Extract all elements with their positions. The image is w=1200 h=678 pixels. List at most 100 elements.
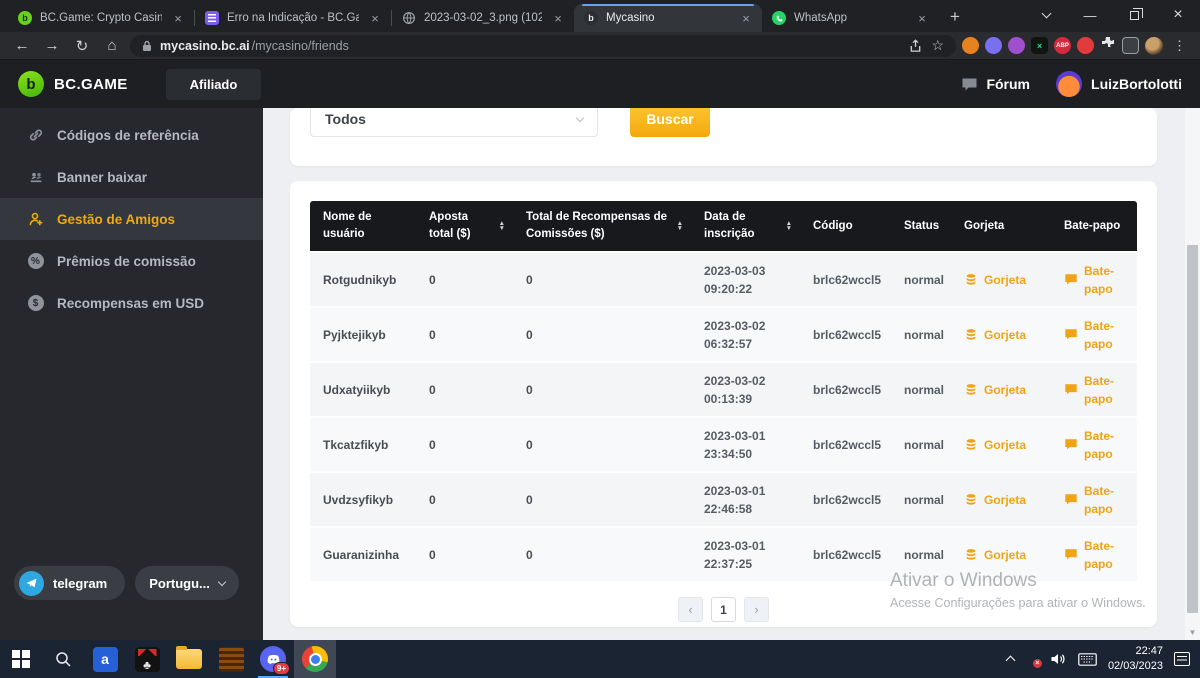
- col-header-commission-total[interactable]: Total de Recompensas de Comissões ($) ▲▼: [513, 209, 691, 242]
- home-icon[interactable]: ⌂: [100, 34, 124, 58]
- col-header-bet-total[interactable]: Aposta total ($) ▲▼: [416, 209, 513, 242]
- tab-whatsapp[interactable]: WhatsApp ×: [762, 4, 938, 32]
- telegram-button[interactable]: telegram: [14, 566, 125, 600]
- dollar-icon: $: [27, 295, 44, 312]
- sidebar-item-codigos-de-referencia[interactable]: Códigos de referência: [0, 114, 263, 156]
- sidebar-item-label: Recompensas em USD: [57, 296, 204, 311]
- chat-link[interactable]: Bate-papo: [1051, 427, 1137, 463]
- brand-name: BC.GAME: [54, 76, 128, 93]
- user-menu[interactable]: LuizBortolotti: [1056, 71, 1182, 97]
- phantom-extension-icon[interactable]: [985, 37, 1002, 54]
- sort-icon[interactable]: ▲▼: [786, 221, 792, 231]
- sidebar-item-banner-baixar[interactable]: Banner baixar: [0, 156, 263, 198]
- tray-chevron-up-icon[interactable]: [1005, 656, 1015, 666]
- tab-search-chevron-icon[interactable]: [1024, 0, 1068, 30]
- cell-username: Pyjktejikyb: [310, 326, 416, 344]
- chat-link[interactable]: Bate-papo: [1051, 262, 1137, 298]
- tab-png-image[interactable]: 2023-03-02_3.png (1024×76 ×: [392, 4, 574, 32]
- buscar-button[interactable]: Buscar: [630, 108, 710, 137]
- close-window-button[interactable]: ×: [1156, 0, 1200, 30]
- tip-link[interactable]: Gorjeta: [951, 546, 1051, 564]
- taskbar-clock[interactable]: 22:47 02/03/2023: [1108, 644, 1163, 674]
- metamask-extension-icon[interactable]: [962, 37, 979, 54]
- tab-bcgame-crypto-casino[interactable]: b BC.Game: Crypto Casino Gam ×: [8, 4, 194, 32]
- red-hand-extension-icon[interactable]: [1077, 37, 1094, 54]
- back-icon[interactable]: ←: [10, 34, 34, 58]
- sidebar-item-label: Prêmios de comissão: [57, 254, 196, 269]
- prev-page-button[interactable]: ‹: [678, 597, 703, 622]
- share-icon[interactable]: [908, 39, 923, 53]
- tip-link[interactable]: Gorjeta: [951, 491, 1051, 509]
- tip-link[interactable]: Gorjeta: [951, 326, 1051, 344]
- nav-afiliado[interactable]: Afiliado: [166, 69, 262, 100]
- extensions-puzzle-icon[interactable]: [1100, 35, 1116, 56]
- sidebar-extension-icon[interactable]: [1122, 37, 1139, 54]
- tab-erro-na-indicacao[interactable]: Erro na Indicação - BC.Game ×: [195, 4, 391, 32]
- purple-extension-icon[interactable]: [1008, 37, 1025, 54]
- minimize-button[interactable]: —: [1068, 0, 1112, 30]
- sort-icon[interactable]: ▲▼: [677, 221, 683, 231]
- restore-button[interactable]: [1112, 0, 1156, 30]
- taskbar-discord[interactable]: 9+: [252, 640, 294, 678]
- bcgame-brand[interactable]: b BC.GAME: [18, 71, 128, 97]
- sidebar-item-gestao-de-amigos[interactable]: Gestão de Amigos: [0, 198, 263, 240]
- tab-close-icon[interactable]: ×: [550, 10, 566, 26]
- reload-icon[interactable]: ↻: [70, 34, 94, 58]
- tip-link[interactable]: Gorjeta: [951, 436, 1051, 454]
- keyboard-icon[interactable]: [1078, 653, 1097, 666]
- taskbar-wood-app[interactable]: [210, 640, 252, 678]
- friends-table-card: Nome de usuário Aposta total ($) ▲▼ Tota…: [290, 181, 1157, 627]
- sidebar-item-label: Gestão de Amigos: [57, 212, 175, 227]
- volume-icon[interactable]: [1050, 652, 1067, 666]
- page-scrollbar[interactable]: ▼: [1185, 108, 1200, 640]
- action-center-icon[interactable]: [1174, 652, 1190, 666]
- chat-bubble-icon: [1064, 273, 1078, 286]
- browser-menu-icon[interactable]: ⋮: [1169, 38, 1190, 54]
- taskbar-casino-app[interactable]: ♣: [126, 640, 168, 678]
- taskbar-file-explorer[interactable]: [168, 640, 210, 678]
- tip-link[interactable]: Gorjeta: [951, 381, 1051, 399]
- taskbar-amd-app[interactable]: a: [84, 640, 126, 678]
- adblock-plus-icon[interactable]: ABP: [1054, 37, 1071, 54]
- col-header-signup-date[interactable]: Data de inscrição ▲▼: [691, 209, 800, 242]
- chat-link[interactable]: Bate-papo: [1051, 372, 1137, 408]
- network-error-icon[interactable]: ×: [1025, 653, 1039, 665]
- cell-username: Udxatyiikyb: [310, 381, 416, 399]
- language-selector[interactable]: Portugu...: [135, 566, 239, 600]
- cell-bet-total: 0: [416, 326, 513, 344]
- tab-close-icon[interactable]: ×: [367, 10, 383, 26]
- next-page-button[interactable]: ›: [744, 597, 769, 622]
- tab-close-icon[interactable]: ×: [738, 10, 754, 26]
- cell-signup-date: 2023-03-0122:37:25: [691, 537, 800, 573]
- sidebar-item-premios-de-comissao[interactable]: % Prêmios de comissão: [0, 240, 263, 282]
- tip-link[interactable]: Gorjeta: [951, 271, 1051, 289]
- tab-mycasino-active[interactable]: b Mycasino ×: [574, 4, 762, 32]
- coins-icon: [964, 493, 978, 506]
- chat-link[interactable]: Bate-papo: [1051, 537, 1137, 573]
- new-tab-button[interactable]: +: [942, 4, 968, 30]
- chrome-icon: [302, 646, 328, 672]
- address-bar[interactable]: mycasino.bc.ai/mycasino/friends ☆: [130, 35, 956, 57]
- scrollbar-down-arrow-icon[interactable]: ▼: [1185, 628, 1200, 637]
- sort-icon[interactable]: ▲▼: [499, 221, 505, 231]
- scrollbar-thumb[interactable]: [1187, 245, 1198, 613]
- tab-close-icon[interactable]: ×: [170, 10, 186, 26]
- x-extension-icon[interactable]: ×: [1031, 37, 1048, 54]
- tab-close-icon[interactable]: ×: [914, 10, 930, 26]
- start-button[interactable]: [0, 640, 42, 678]
- browser-profile-avatar[interactable]: [1145, 37, 1163, 55]
- cell-status: normal: [891, 381, 951, 399]
- sidebar-item-recompensas-em-usd[interactable]: $ Recompensas em USD: [0, 282, 263, 324]
- chat-link[interactable]: Bate-papo: [1051, 482, 1137, 518]
- chat-link[interactable]: Bate-papo: [1051, 317, 1137, 353]
- taskbar-search-button[interactable]: [42, 640, 84, 678]
- filter-dropdown[interactable]: Todos: [310, 108, 598, 137]
- lock-icon: [142, 40, 152, 52]
- sidebar: Códigos de referência Banner baixar Gest…: [0, 108, 263, 640]
- current-page[interactable]: 1: [711, 597, 736, 622]
- cell-commission-total: 0: [513, 326, 691, 344]
- forum-link[interactable]: Fórum: [961, 76, 1030, 92]
- taskbar-chrome-active[interactable]: [294, 640, 336, 678]
- bookmark-star-icon[interactable]: ☆: [931, 37, 944, 54]
- forward-icon[interactable]: →: [40, 34, 64, 58]
